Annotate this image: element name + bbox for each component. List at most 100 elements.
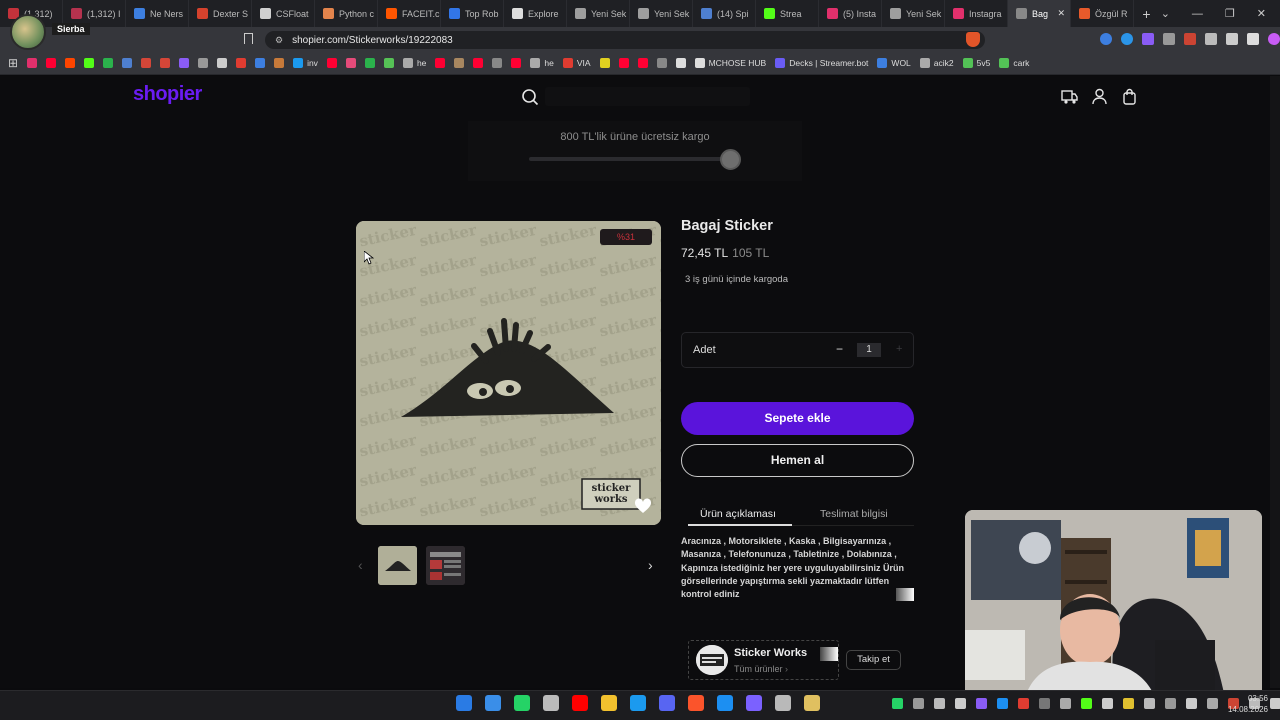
thumbnail-prev-button[interactable]: ‹ <box>358 557 363 573</box>
whatsapp-tray-icon[interactable] <box>892 698 903 709</box>
browser-tab[interactable]: Yeni Sek <box>882 0 945 27</box>
add-to-cart-button[interactable]: Sepete ekle <box>681 402 914 435</box>
tray-icon[interactable] <box>1060 698 1071 709</box>
bookmark-item[interactable] <box>198 58 209 68</box>
bookmark-item[interactable]: inv <box>293 58 318 68</box>
extension-icon[interactable] <box>1247 33 1259 45</box>
close-tab-icon[interactable]: ✕ <box>1057 8 1065 19</box>
quantity-input[interactable]: 1 <box>857 343 881 357</box>
bookmark-item[interactable] <box>345 58 356 68</box>
browser-tab[interactable]: Dexter S <box>189 0 252 27</box>
tray-icon[interactable] <box>1039 698 1050 709</box>
tray-icon[interactable] <box>997 698 1008 709</box>
shopier-logo[interactable]: shopier <box>133 83 202 106</box>
thumbnail-next-button[interactable]: › <box>648 557 653 573</box>
restore-icon[interactable]: ❐ <box>1225 7 1235 20</box>
bookmark-item[interactable] <box>160 58 171 68</box>
tray-icon[interactable] <box>976 698 987 709</box>
quantity-increase-button[interactable]: + <box>896 343 902 355</box>
close-window-icon[interactable]: ✕ <box>1257 7 1266 20</box>
bookmark-item[interactable] <box>122 58 133 68</box>
bookmark-item[interactable]: Decks | Streamer.bot <box>775 58 868 68</box>
bookmark-item[interactable] <box>675 58 686 68</box>
taskbar-app-icon[interactable] <box>601 695 617 711</box>
bookmark-item[interactable] <box>326 58 337 68</box>
taskbar-app-icon[interactable] <box>514 695 530 711</box>
taskbar-app-icon[interactable] <box>717 695 733 711</box>
extension-icon[interactable] <box>1226 33 1238 45</box>
profile-avatar[interactable] <box>10 14 46 50</box>
bookmark-item[interactable] <box>141 58 152 68</box>
bookmark-item[interactable] <box>65 58 76 68</box>
bookmark-item[interactable]: cark <box>999 58 1029 68</box>
store-logo[interactable] <box>696 645 728 675</box>
browser-tab[interactable]: Ne Ners <box>126 0 189 27</box>
tray-icon[interactable] <box>1144 698 1155 709</box>
bookmark-item[interactable] <box>637 58 648 68</box>
bookmark-item[interactable]: acik2 <box>919 58 954 68</box>
browser-tab[interactable]: FACEIT.c <box>378 0 441 27</box>
quantity-decrease-button[interactable]: − <box>836 342 843 356</box>
bookmark-item[interactable] <box>27 58 38 68</box>
extension-icon[interactable] <box>1100 33 1112 45</box>
taskbar-clock[interactable]: 03:56 14.08.2026 <box>1225 693 1268 715</box>
tray-icon[interactable] <box>1018 698 1029 709</box>
browser-tab[interactable]: Bag ✕ <box>1008 0 1071 27</box>
new-tab-button[interactable]: + <box>1134 6 1159 22</box>
browser-tab[interactable]: Özgül R <box>1071 0 1134 27</box>
account-icon[interactable] <box>1091 88 1108 105</box>
bookmark-item[interactable] <box>217 58 228 68</box>
bookmark-item[interactable] <box>492 58 503 68</box>
product-image[interactable]: sticker sticker works <box>356 221 661 525</box>
bookmark-item[interactable] <box>274 58 285 68</box>
taskbar-app-icon[interactable] <box>543 695 559 711</box>
tray-icon[interactable] <box>913 698 924 709</box>
bookmark-item[interactable] <box>84 58 95 68</box>
bookmark-item[interactable] <box>179 58 190 68</box>
extension-icon[interactable] <box>1184 33 1196 45</box>
microphone-icon[interactable] <box>1207 698 1218 709</box>
tab-product-description[interactable]: Ürün açıklaması <box>700 508 776 520</box>
tab-delivery-info[interactable]: Teslimat bilgisi <box>820 508 888 520</box>
bookmark-item[interactable] <box>46 58 57 68</box>
bookmark-item[interactable]: WOL <box>877 58 911 68</box>
bookmark-item[interactable] <box>656 58 667 68</box>
browser-tab[interactable]: Yeni Sek <box>630 0 693 27</box>
bookmark-item[interactable] <box>383 58 394 68</box>
browser-tab[interactable]: Strea <box>756 0 819 27</box>
taskbar-app-icon[interactable] <box>775 695 791 711</box>
bookmark-item[interactable] <box>454 58 465 68</box>
bookmark-item[interactable] <box>255 58 266 68</box>
browser-tab[interactable]: (5) Insta <box>819 0 882 27</box>
volume-icon[interactable] <box>955 698 966 709</box>
thumbnail-image[interactable] <box>378 546 417 585</box>
browser-tab[interactable]: Python c <box>315 0 378 27</box>
search-icon[interactable] <box>521 88 539 106</box>
taskbar-app-icon[interactable] <box>630 695 646 711</box>
browser-tab[interactable]: Explore <box>504 0 567 27</box>
brave-shield-icon[interactable] <box>966 32 980 47</box>
start-button-icon[interactable] <box>456 695 472 711</box>
browser-tab[interactable]: Yeni Sek <box>567 0 630 27</box>
buy-now-button[interactable]: Hemen al <box>681 444 914 477</box>
search-input[interactable] <box>545 87 750 106</box>
favorite-heart-icon[interactable] <box>634 498 652 514</box>
taskbar-app-icon[interactable] <box>746 695 762 711</box>
bookmark-item[interactable]: he <box>402 58 426 68</box>
url-text[interactable]: shopier.com/Stickerworks/19222083 <box>292 35 453 46</box>
bookmark-item[interactable]: 5v5 <box>962 58 990 68</box>
extension-icon[interactable] <box>1268 33 1280 45</box>
address-bar[interactable]: ⚙ shopier.com/Stickerworks/19222083 <box>265 31 985 49</box>
extension-icon[interactable] <box>1121 33 1133 45</box>
bookmark-item[interactable] <box>618 58 629 68</box>
browser-tab[interactable]: Top Rob <box>441 0 504 27</box>
bookmark-item[interactable] <box>364 58 375 68</box>
store-name[interactable]: Sticker Works <box>734 647 807 659</box>
store-all-products-link[interactable]: Tüm ürünler › <box>734 664 788 674</box>
tray-icon[interactable] <box>1123 698 1134 709</box>
bookmark-item[interactable]: he <box>530 58 554 68</box>
bookmark-item[interactable] <box>473 58 484 68</box>
bookmark-item[interactable]: VIA <box>562 58 591 68</box>
bookmark-item[interactable]: MCHOSE HUB <box>694 58 766 68</box>
tray-icon[interactable] <box>1165 698 1176 709</box>
